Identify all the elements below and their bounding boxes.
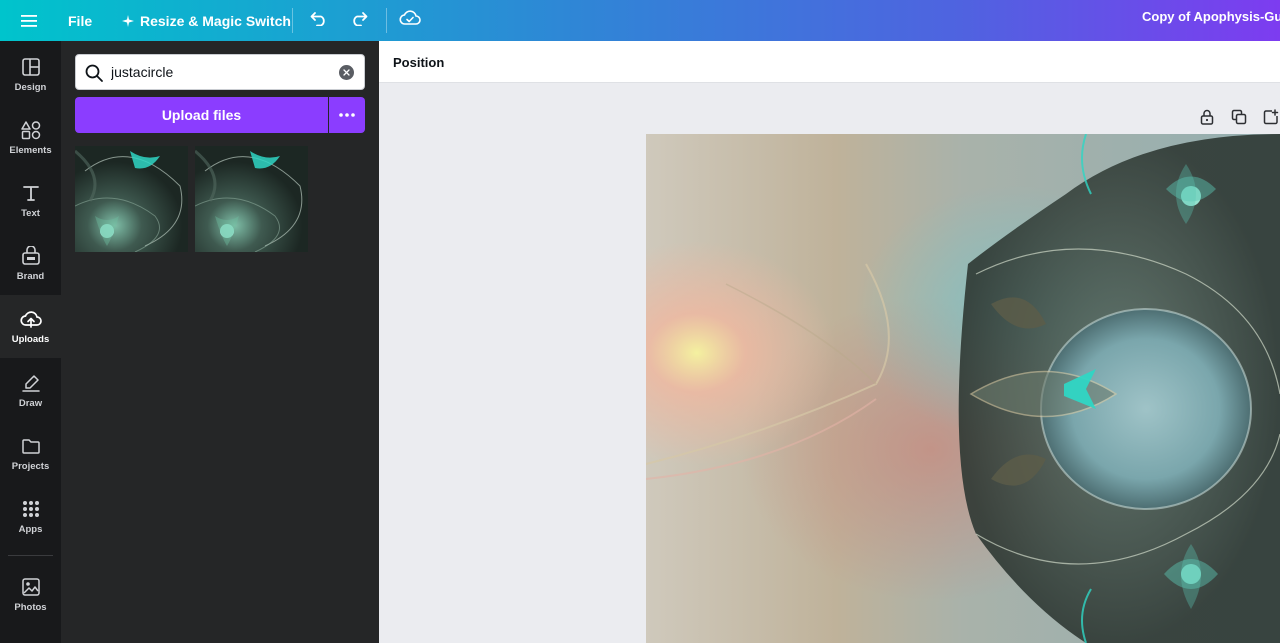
top-bar: File Resize & Magic Switch Copy of Apoph… [0,0,1280,41]
rail-divider [8,555,53,556]
undo-button[interactable] [305,4,333,32]
context-toolbar: Position [379,41,1280,83]
uploads-panel: Upload files [61,41,379,643]
brand-icon [20,245,42,267]
upload-more-options-button[interactable] [329,97,365,133]
toolbar-divider [386,8,387,33]
resize-magic-switch-button[interactable]: Resize & Magic Switch [122,0,291,41]
redo-button[interactable] [345,4,373,32]
save-status-button[interactable] [396,4,424,32]
duplicate-icon [1231,109,1247,125]
layout-icon [20,56,42,78]
upload-files-label: Upload files [161,107,242,123]
add-page-icon [1263,109,1279,125]
clear-search-button[interactable] [339,65,354,80]
rail-label: Brand [16,271,45,282]
magic-sparkle-icon [122,14,134,27]
rail-label: Design [14,82,47,93]
rail-item-photos[interactable]: Photos [0,563,61,626]
rail-label: Projects [11,461,50,472]
search-input[interactable] [111,61,326,83]
rail-item-draw[interactable]: Draw [0,359,61,422]
rail-item-brand[interactable]: Brand [0,232,61,295]
page-tools [1198,108,1280,126]
position-button[interactable]: Position [393,41,444,83]
menu-button[interactable] [14,6,44,36]
rail-item-text[interactable]: Text [0,169,61,232]
close-icon [343,69,350,76]
rail-item-elements[interactable]: Elements [0,106,61,169]
toolbar-divider [292,8,293,33]
rail-label: Uploads [11,334,50,345]
rail-label: Text [21,208,40,219]
more-horizontal-icon [339,113,355,117]
rail-item-uploads[interactable]: Uploads [0,295,61,358]
lock-page-button[interactable] [1198,108,1216,126]
uploaded-image-thumbnail[interactable] [75,146,188,252]
cloud-upload-icon [19,308,42,330]
rail-label: Draw [18,398,43,409]
search-box[interactable] [75,54,365,90]
upload-files-button[interactable]: Upload files [75,97,328,133]
left-rail: Design Elements Text Brand Uploads Draw [0,41,61,643]
fractal-artwork-image [646,134,1280,643]
shapes-icon [20,119,42,141]
cloud-check-icon [399,10,421,25]
file-menu-label: File [68,12,93,29]
grid-icon [20,498,42,520]
rail-label: Photos [14,602,47,613]
hamburger-icon [21,15,37,27]
document-title-text: Copy of Apophysis-Gut [1142,8,1280,24]
uploaded-image-thumbnail[interactable] [195,146,308,252]
design-page-canvas[interactable] [646,134,1280,643]
image-icon [20,576,42,598]
upload-button-group: Upload files [75,97,365,133]
folder-icon [20,435,42,457]
pen-icon [20,372,42,394]
file-menu-button[interactable]: File [68,0,92,41]
redo-icon [353,12,368,26]
rail-item-apps[interactable]: Apps [0,485,61,548]
document-title[interactable]: Copy of Apophysis-Gut [1142,0,1280,32]
duplicate-page-button[interactable] [1230,108,1248,126]
rail-item-design[interactable]: Design [0,43,61,106]
add-page-button[interactable] [1262,108,1280,126]
position-label: Position [393,54,445,70]
search-icon [85,64,103,82]
lock-icon [1200,109,1214,125]
rail-label: Apps [18,524,43,535]
text-icon [20,182,42,204]
undo-icon [310,12,325,26]
rail-label: Elements [9,145,52,156]
rail-item-projects[interactable]: Projects [0,422,61,485]
resize-label: Resize & Magic Switch [140,12,291,29]
